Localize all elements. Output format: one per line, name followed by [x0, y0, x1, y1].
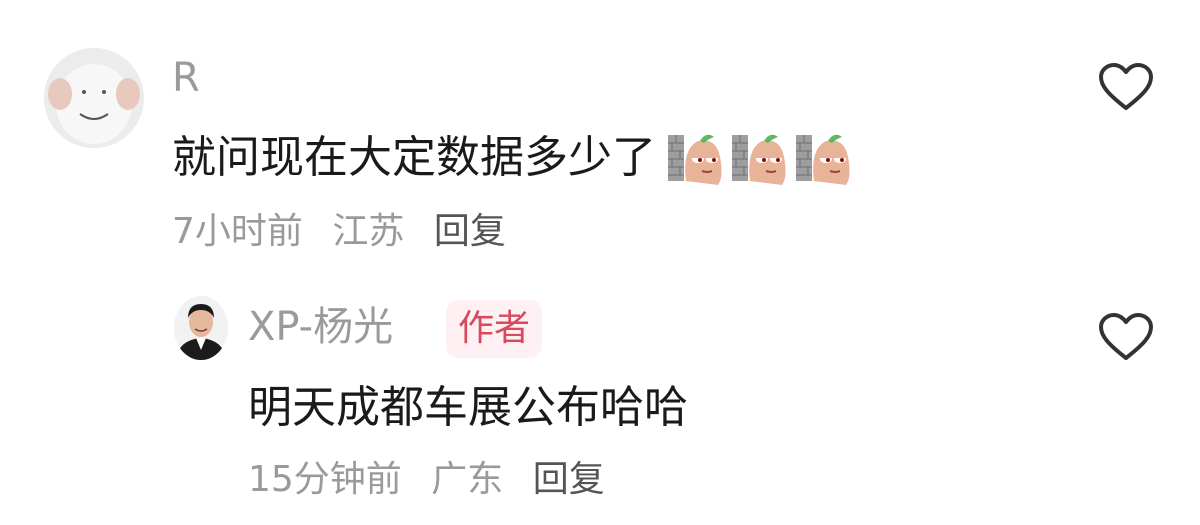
heart-outline-icon	[1099, 313, 1153, 360]
sweet-potato-smirk-emoji	[796, 134, 850, 185]
like-button[interactable]	[1098, 62, 1154, 112]
comment-body: 就问现在大定数据多少了	[172, 132, 656, 183]
heart-outline-icon	[1099, 63, 1153, 110]
reply-button[interactable]: 回复	[434, 211, 506, 252]
comment-meta: 7小时前 江苏 回复	[172, 208, 506, 256]
comment-location: 江苏	[332, 211, 405, 252]
sweet-potato-smirk-emoji	[668, 134, 722, 185]
comment-location: 广东	[431, 459, 504, 500]
comment-username[interactable]: XP-杨光	[248, 303, 393, 351]
sweet-potato-smirk-emoji	[732, 134, 786, 185]
comment-username[interactable]: R	[172, 54, 200, 102]
avatar[interactable]	[44, 48, 144, 148]
comment-time: 15分钟前	[248, 459, 402, 500]
comment-text: 就问现在大定数据多少了	[172, 128, 854, 188]
reply-button[interactable]: 回复	[533, 459, 605, 500]
comment-body: 明天成都车展公布哈哈	[248, 382, 688, 433]
comment-time: 7小时前	[172, 211, 303, 252]
avatar-image	[44, 48, 144, 148]
comment-meta: 15分钟前 广东 回复	[248, 456, 605, 504]
avatar-image	[174, 296, 228, 360]
avatar[interactable]	[174, 296, 228, 360]
author-badge: 作者	[446, 300, 543, 358]
like-button[interactable]	[1098, 312, 1154, 362]
